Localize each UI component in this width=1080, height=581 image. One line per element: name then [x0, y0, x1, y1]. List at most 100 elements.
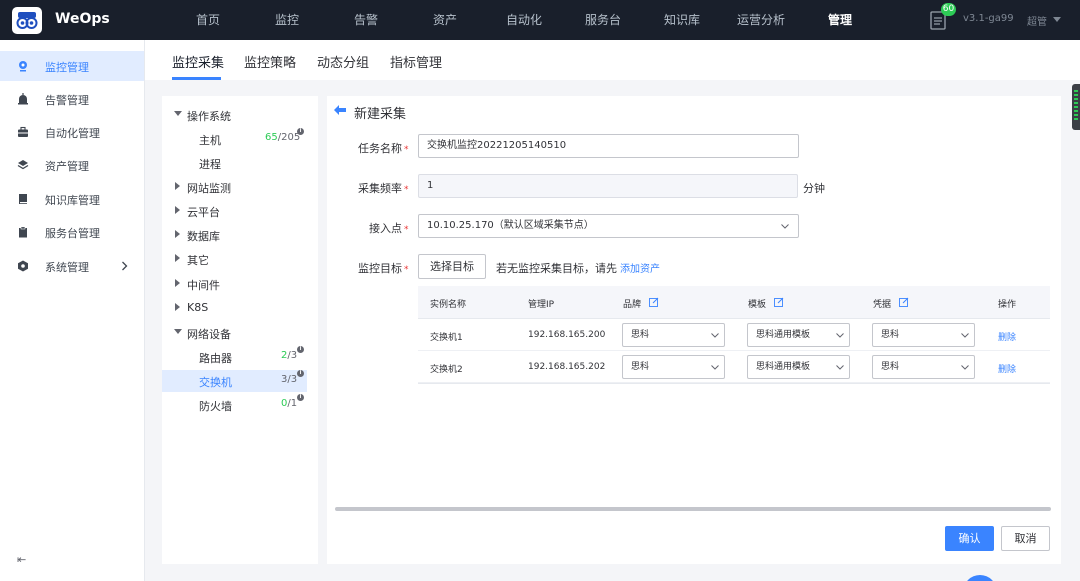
target-label: 监控目标 *: [358, 262, 409, 275]
tree-node-network-device[interactable]: 网络设备: [162, 322, 307, 344]
sidebar-item-asset-manage[interactable]: 资产管理: [0, 150, 144, 180]
horizontal-scrollbar[interactable]: [335, 507, 1051, 511]
frequency-label: 采集频率 *: [358, 182, 409, 195]
template-select[interactable]: 思科通用模板: [747, 323, 850, 347]
sub-tabs-bar: 监控采集 监控策略 动态分组 指标管理: [145, 40, 1080, 80]
chevron-right-icon: [122, 261, 128, 271]
th-credential: 凭据: [873, 300, 892, 310]
chevron-down-icon: [711, 333, 719, 338]
cancel-button[interactable]: 取消: [1001, 526, 1050, 551]
delete-row-link[interactable]: 删除: [998, 330, 1016, 343]
task-name-input[interactable]: 交换机监控20221205140510: [418, 134, 799, 158]
th-manage-ip: 管理IP: [528, 300, 555, 310]
tree-node-label: 防火墙: [199, 400, 232, 413]
tree-node-label: 网络设备: [187, 328, 231, 341]
chevron-down-icon: [961, 333, 969, 338]
tab-monitor-policy[interactable]: 监控策略: [244, 52, 296, 71]
tree-node-label: 云平台: [187, 206, 220, 219]
tree-node-middleware[interactable]: 中间件: [162, 273, 307, 295]
batch-edit-icon[interactable]: [649, 297, 659, 307]
info-icon[interactable]: i: [297, 346, 304, 353]
access-point-label: 接入点 *: [369, 222, 409, 235]
tree-node-host[interactable]: 主机 65/205 i: [162, 128, 307, 150]
tree-node-count: 3/3: [281, 374, 298, 385]
tree-node-router[interactable]: 路由器 2/3 i: [162, 346, 307, 368]
frequency-input[interactable]: 1: [418, 174, 798, 198]
user-caret-down-icon[interactable]: [1053, 17, 1061, 22]
tree-node-database[interactable]: 数据库: [162, 224, 307, 246]
tree-node-firewall[interactable]: 防火墙 0/1 i: [162, 394, 307, 416]
batch-edit-icon[interactable]: [899, 297, 909, 307]
select-target-button[interactable]: 选择目标: [418, 254, 486, 279]
tab-metric-manage[interactable]: 指标管理: [390, 52, 442, 71]
delete-row-link[interactable]: 删除: [998, 362, 1016, 375]
sidebar-item-label: 系统管理: [45, 261, 89, 274]
back-arrow-icon[interactable]: [333, 103, 347, 117]
weops-logo[interactable]: [12, 7, 42, 34]
sidebar-item-label: 服务台管理: [45, 227, 100, 240]
nav-item-knowledge[interactable]: 知识库: [642, 0, 722, 40]
confirm-button[interactable]: 确认: [945, 526, 994, 551]
batch-edit-icon[interactable]: [774, 297, 784, 307]
nav-item-automation[interactable]: 自动化: [484, 0, 564, 40]
sidebar-item-alarm-manage[interactable]: 告警管理: [0, 84, 144, 114]
nav-item-manage[interactable]: 管理: [800, 0, 880, 40]
info-icon[interactable]: i: [297, 370, 304, 377]
template-select[interactable]: 思科通用模板: [747, 355, 850, 379]
th-action: 操作: [998, 300, 1017, 310]
clipboard-icon: [19, 226, 27, 238]
credential-select[interactable]: 思科: [872, 355, 975, 379]
active-tab-underline: [172, 77, 221, 80]
user-name[interactable]: 超管: [1027, 13, 1047, 28]
sidebar-item-service-desk-manage[interactable]: 服务台管理: [0, 217, 144, 247]
tree-node-cloud[interactable]: 云平台: [162, 200, 307, 222]
th-template: 模板: [748, 300, 767, 310]
collapse-sidebar-icon[interactable]: ⇤: [17, 553, 26, 566]
sidebar-item-knowledge-manage[interactable]: 知识库管理: [0, 184, 144, 214]
credential-select[interactable]: 思科: [872, 323, 975, 347]
th-brand: 品牌: [623, 300, 642, 310]
nav-item-alarm[interactable]: 告警: [326, 0, 406, 40]
main-nav: 首页 监控 告警 资产 自动化 服务台 知识库 运营分析 管理: [168, 0, 879, 40]
notice-count-badge: 60: [941, 3, 956, 16]
tree-node-website[interactable]: 网站监测: [162, 176, 307, 198]
side-drawer-handle[interactable]: [1072, 84, 1080, 130]
info-icon[interactable]: i: [297, 128, 304, 135]
sidebar-item-label: 监控管理: [45, 61, 89, 74]
tree-node-other[interactable]: 其它: [162, 248, 307, 270]
cell-manage-ip: 192.168.165.202: [528, 362, 606, 372]
nav-item-monitor[interactable]: 监控: [247, 0, 327, 40]
tab-dynamic-group[interactable]: 动态分组: [317, 52, 369, 71]
info-icon[interactable]: i: [297, 394, 304, 401]
category-tree: 操作系统 主机 65/205 i 进程 网站监测 云平台 数据库 其它 中间件 …: [162, 96, 318, 564]
sidebar-item-label: 自动化管理: [45, 127, 100, 140]
table-row: 交换机2 192.168.165.202 思科 思科通用模板 思科 删除: [418, 351, 1050, 383]
chevron-down-icon: [836, 333, 844, 338]
brand-name: WeOps: [55, 11, 110, 27]
tree-node-switch[interactable]: 交换机 3/3 i: [162, 370, 307, 392]
chevron-down-icon: [961, 365, 969, 370]
tree-node-process[interactable]: 进程: [162, 152, 307, 174]
cell-instance-name: 交换机2: [430, 365, 463, 375]
tab-monitor-collect[interactable]: 监控采集: [172, 52, 224, 71]
caret-right-icon: [175, 182, 180, 190]
sidebar-item-monitor-manage[interactable]: 监控管理: [0, 51, 144, 81]
floating-assistant-button[interactable]: [963, 575, 997, 581]
tree-node-k8s[interactable]: K8S: [162, 297, 307, 319]
access-point-select[interactable]: 10.10.25.170（默认区域采集节点）: [418, 214, 799, 238]
nav-item-service-desk[interactable]: 服务台: [563, 0, 643, 40]
target-table: 实例名称 管理IP 品牌 模板 凭据 操作 交换机1 192.168.165.2…: [418, 286, 1050, 384]
tree-node-count: 2/3: [281, 350, 298, 361]
brand-select[interactable]: 思科: [622, 323, 725, 347]
nav-item-analytics[interactable]: 运营分析: [721, 0, 801, 40]
sidebar-item-system-manage[interactable]: 系统管理: [0, 251, 144, 281]
nav-item-home[interactable]: 首页: [168, 0, 248, 40]
sidebar-item-label: 资产管理: [45, 160, 89, 173]
alarm-icon: [18, 93, 28, 105]
tree-node-os[interactable]: 操作系统: [162, 104, 307, 126]
add-asset-link[interactable]: 添加资产: [620, 264, 660, 275]
frequency-unit: 分钟: [803, 182, 825, 195]
sidebar-item-automation-manage[interactable]: 自动化管理: [0, 117, 144, 147]
brand-select[interactable]: 思科: [622, 355, 725, 379]
nav-item-asset[interactable]: 资产: [405, 0, 485, 40]
